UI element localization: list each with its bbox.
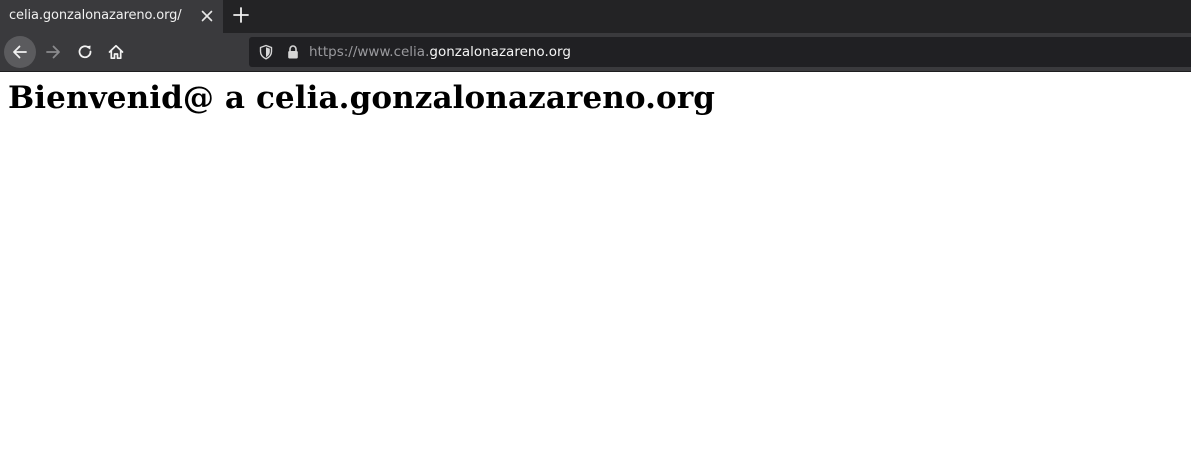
tab-title: celia.gonzalonazareno.org/ (9, 8, 182, 23)
active-tab[interactable]: celia.gonzalonazareno.org/ (0, 0, 223, 33)
page-content: Bienvenid@ a celia.gonzalonazareno.org (0, 72, 1191, 467)
reload-button[interactable] (69, 36, 101, 68)
arrow-left-icon (13, 45, 27, 59)
url-prefix: https://www.celia. (309, 44, 430, 60)
back-button[interactable] (4, 36, 36, 68)
url-domain: gonzalonazareno.org (429, 44, 571, 60)
navigation-toolbar: https://www.celia.gonzalonazareno.org (0, 33, 1191, 72)
address-bar[interactable]: https://www.celia.gonzalonazareno.org (249, 37, 1191, 67)
url-text[interactable]: https://www.celia.gonzalonazareno.org (309, 44, 571, 60)
browser-window: celia.gonzalonazareno.org/ https://www.c… (0, 0, 1191, 467)
home-icon (108, 44, 124, 60)
forward-button[interactable] (37, 36, 69, 68)
home-button[interactable] (100, 36, 132, 68)
arrow-right-icon (46, 45, 60, 59)
shield-icon[interactable] (258, 44, 274, 64)
lock-icon[interactable] (286, 44, 300, 64)
reload-icon (78, 45, 92, 59)
close-icon[interactable] (199, 8, 215, 24)
tab-strip: celia.gonzalonazareno.org/ (0, 0, 1191, 33)
plus-icon[interactable] (232, 6, 250, 24)
page-heading: Bienvenid@ a celia.gonzalonazareno.org (8, 80, 716, 116)
